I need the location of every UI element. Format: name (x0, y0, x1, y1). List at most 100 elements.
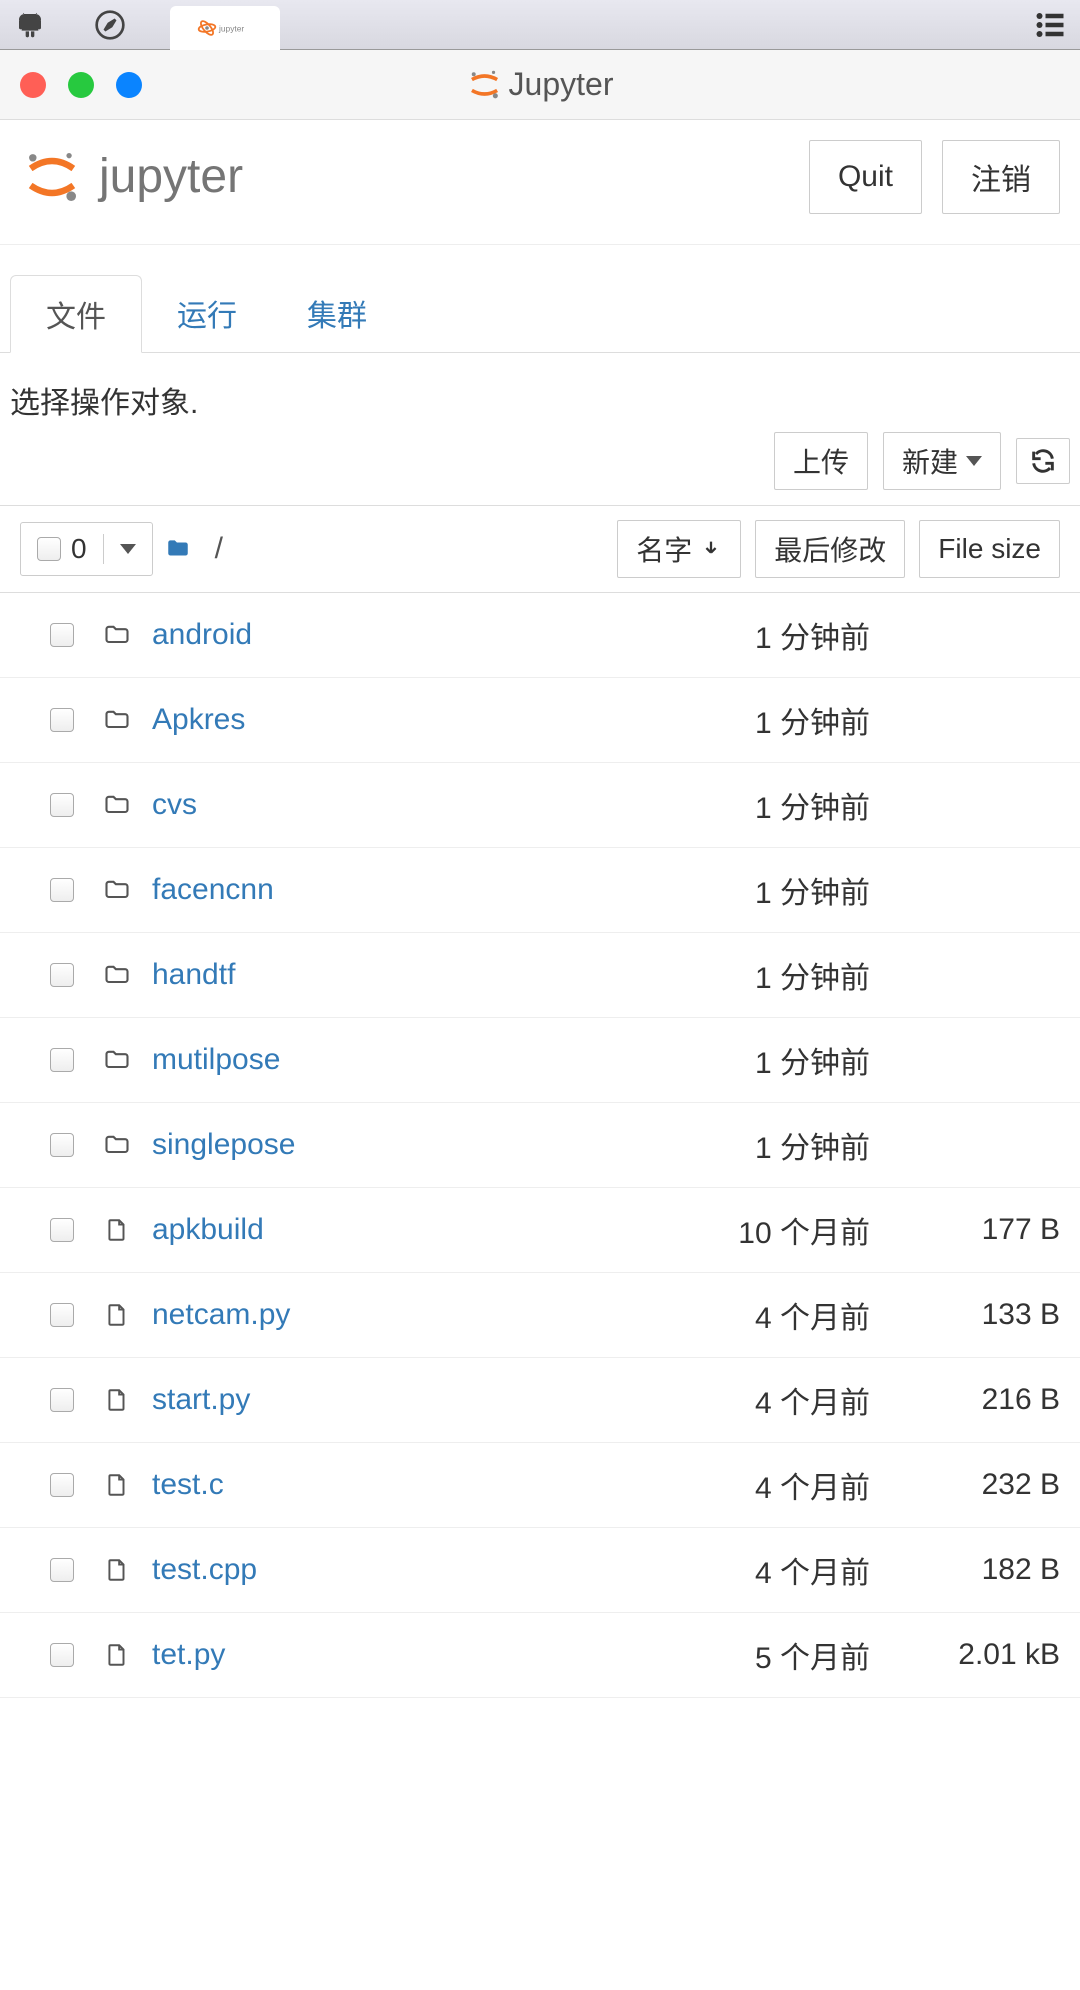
file-row: android 1 分钟前 (0, 593, 1080, 678)
sort-name-button[interactable]: 名字 (617, 520, 741, 578)
row-checkbox[interactable] (50, 963, 74, 987)
window-title: Jupyter (467, 66, 614, 103)
row-checkbox[interactable] (50, 1558, 74, 1582)
file-icon (102, 1469, 132, 1501)
tab-0[interactable]: 文件 (10, 275, 142, 353)
row-checkbox[interactable] (50, 623, 74, 647)
file-size: 2.01 kB (880, 1638, 1060, 1672)
caret-down-icon (120, 544, 136, 554)
file-name-link[interactable]: facencnn (152, 873, 640, 907)
window-titlebar: Jupyter (0, 50, 1080, 120)
sort-modified-button[interactable]: 最后修改 (755, 520, 905, 578)
quit-button[interactable]: Quit (809, 140, 922, 214)
row-checkbox[interactable] (50, 1473, 74, 1497)
file-row: mutilpose 1 分钟前 (0, 1018, 1080, 1103)
file-name-link[interactable]: test.c (152, 1468, 640, 1502)
file-icon (102, 1554, 132, 1586)
file-modified: 4 个月前 (650, 1463, 870, 1507)
row-checkbox[interactable] (50, 1643, 74, 1667)
folder-icon (102, 1129, 132, 1161)
row-checkbox[interactable] (50, 1133, 74, 1157)
file-row: test.c 4 个月前 232 B (0, 1443, 1080, 1528)
file-name-link[interactable]: Apkres (152, 703, 640, 737)
file-size: 232 B (880, 1468, 1060, 1502)
file-row: test.cpp4 个月前182 B (0, 1528, 1080, 1613)
logout-button[interactable]: 注销 (942, 140, 1060, 214)
file-name-link[interactable]: netcam.py (152, 1298, 640, 1332)
jupyter-tab[interactable]: jupyter (170, 6, 280, 50)
select-all-checkbox[interactable] (37, 537, 61, 561)
row-checkbox[interactable] (50, 1218, 74, 1242)
caret-down-icon (966, 456, 982, 466)
select-all-checkbox-part[interactable]: 0 (21, 523, 103, 575)
tab-1[interactable]: 运行 (142, 275, 272, 352)
refresh-button[interactable] (1016, 438, 1070, 484)
file-icon (102, 1214, 132, 1246)
maximize-window-button[interactable] (116, 72, 142, 98)
compass-icon[interactable] (90, 5, 130, 45)
file-name-link[interactable]: cvs (152, 788, 640, 822)
file-row: tet.py 5 个月前 2.01 kB (0, 1613, 1080, 1698)
tab-2[interactable]: 集群 (272, 275, 402, 352)
file-modified: 1 分钟前 (650, 698, 870, 742)
folder-icon (102, 874, 132, 906)
folder-home-icon[interactable] (163, 536, 193, 562)
file-name-link[interactable]: tet.py (152, 1638, 640, 1672)
jupyter-icon (467, 67, 503, 103)
list-header: 0 / 名字 最后修改 File size (0, 505, 1080, 593)
arrow-down-icon (700, 538, 722, 560)
sort-name-label: 名字 (636, 529, 692, 569)
row-checkbox[interactable] (50, 1388, 74, 1412)
row-checkbox[interactable] (50, 1048, 74, 1072)
breadcrumb[interactable]: / (215, 532, 223, 566)
jupyter-logo[interactable]: jupyter (20, 145, 304, 209)
new-button[interactable]: 新建 (883, 432, 1001, 490)
file-row: facencnn 1 分钟前 (0, 848, 1080, 933)
file-name-link[interactable]: android (152, 618, 640, 652)
folder-icon (102, 959, 132, 991)
file-name-link[interactable]: singlepose (152, 1128, 640, 1162)
refresh-icon (1029, 447, 1057, 475)
android-icon[interactable] (10, 5, 50, 45)
traffic-lights (20, 72, 142, 98)
file-icon (102, 1299, 132, 1331)
upload-button[interactable]: 上传 (774, 432, 868, 490)
file-row: handtf1 分钟前 (0, 933, 1080, 1018)
file-name-link[interactable]: start.py (152, 1383, 640, 1417)
file-modified: 1 分钟前 (650, 613, 870, 657)
action-row: 上传 新建 (0, 432, 1080, 505)
file-modified: 1 分钟前 (650, 1038, 870, 1082)
file-icon (102, 1639, 132, 1671)
file-name-link[interactable]: mutilpose (152, 1043, 640, 1077)
file-modified: 4 个月前 (650, 1378, 870, 1422)
folder-icon (102, 789, 132, 821)
file-row: singlepose 1 分钟前 (0, 1103, 1080, 1188)
folder-icon (102, 619, 132, 651)
row-checkbox[interactable] (50, 1303, 74, 1327)
instruction-text: 选择操作对象. (0, 353, 1080, 432)
select-dropdown[interactable] (103, 534, 152, 564)
header: jupyter Quit 注销 (0, 120, 1080, 245)
row-checkbox[interactable] (50, 878, 74, 902)
file-name-link[interactable]: apkbuild (152, 1213, 640, 1247)
file-size: 216 B (880, 1383, 1060, 1417)
file-size: 182 B (880, 1553, 1060, 1587)
file-modified: 5 个月前 (650, 1633, 870, 1677)
select-all-group: 0 (20, 522, 153, 576)
row-checkbox[interactable] (50, 793, 74, 817)
menu-icon[interactable] (1030, 5, 1070, 45)
file-size: 133 B (880, 1298, 1060, 1332)
file-modified: 1 分钟前 (650, 868, 870, 912)
file-row: apkbuild10 个月前177 B (0, 1188, 1080, 1273)
file-list: android 1 分钟前 Apkres 1 分钟前 cvs 1 分钟前 facencnn 1… (0, 593, 1080, 1698)
file-row: cvs 1 分钟前 (0, 763, 1080, 848)
close-window-button[interactable] (20, 72, 46, 98)
file-modified: 1 分钟前 (650, 1123, 870, 1167)
file-modified: 1 分钟前 (650, 783, 870, 827)
minimize-window-button[interactable] (68, 72, 94, 98)
row-checkbox[interactable] (50, 708, 74, 732)
file-name-link[interactable]: test.cpp (152, 1553, 640, 1587)
folder-icon (102, 1044, 132, 1076)
file-name-link[interactable]: handtf (152, 958, 640, 992)
sort-size-button[interactable]: File size (919, 520, 1060, 578)
